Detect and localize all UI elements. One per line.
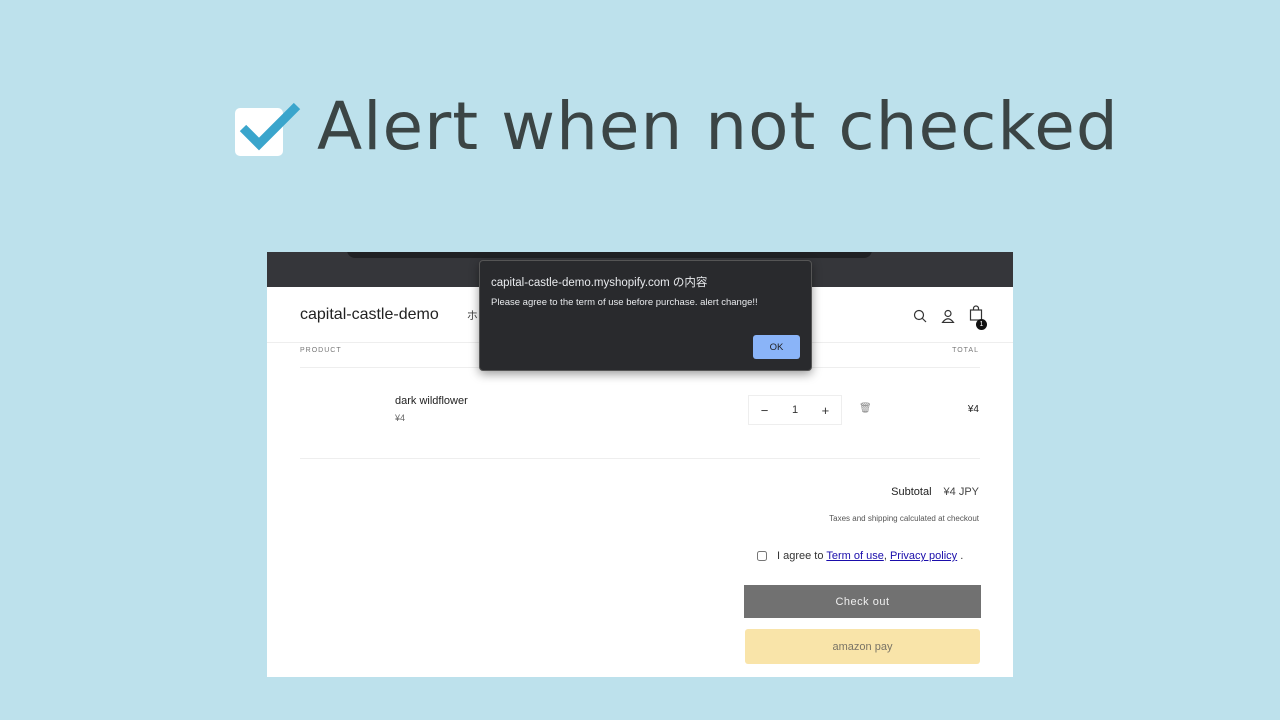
address-bar[interactable]: [347, 252, 872, 258]
column-header-total: TOTAL: [952, 347, 979, 354]
tax-note: Taxes and shipping calculated at checkou…: [829, 514, 979, 523]
terms-link[interactable]: Term of use: [826, 550, 883, 562]
subtotal-label: Subtotal: [891, 486, 932, 498]
agree-checkbox[interactable]: [757, 551, 767, 561]
cart-count-badge: 1: [976, 319, 987, 330]
column-header-product: PRODUCT: [300, 347, 342, 354]
account-icon[interactable]: [941, 309, 955, 323]
subtotal-value: ¥4 JPY: [943, 486, 979, 498]
nav-item-home[interactable]: ホ: [467, 307, 478, 323]
trash-icon[interactable]: 🗑: [859, 403, 872, 414]
increase-quantity-button[interactable]: +: [822, 403, 830, 418]
divider: [300, 458, 980, 459]
cart-icon[interactable]: 1: [969, 305, 987, 330]
privacy-link[interactable]: Privacy policy: [890, 550, 957, 562]
agree-row: I agree to Term of use, Privacy policy .: [757, 550, 963, 562]
quantity-value[interactable]: 1: [792, 404, 798, 416]
ok-button[interactable]: OK: [753, 335, 800, 359]
quantity-stepper: − 1 +: [748, 395, 842, 425]
headline-title: Alert when not checked: [317, 88, 1119, 165]
dialog-title: capital-castle-demo.myshopify.com の内容: [491, 277, 708, 289]
search-icon[interactable]: [913, 309, 927, 323]
item-name[interactable]: dark wildflower: [395, 395, 468, 407]
decrease-quantity-button[interactable]: −: [761, 403, 769, 418]
item-total: ¥4: [967, 404, 979, 415]
headline: Alert when not checked: [235, 88, 1119, 165]
item-price: ¥4: [395, 413, 406, 423]
separator: ,: [883, 550, 887, 562]
agree-prefix: I agree to: [777, 550, 824, 562]
checkbox-checked-icon: [235, 102, 301, 156]
amazon-pay-button[interactable]: amazon pay: [745, 629, 980, 664]
suffix: .: [960, 550, 964, 562]
store-logo[interactable]: capital-castle-demo: [300, 306, 439, 324]
checkout-button[interactable]: Check out: [744, 585, 981, 618]
alert-dialog: capital-castle-demo.myshopify.com の内容 Pl…: [479, 260, 812, 371]
dialog-message: Please agree to the term of use before p…: [491, 297, 758, 308]
subtotal: Subtotal ¥4 JPY: [891, 486, 979, 498]
